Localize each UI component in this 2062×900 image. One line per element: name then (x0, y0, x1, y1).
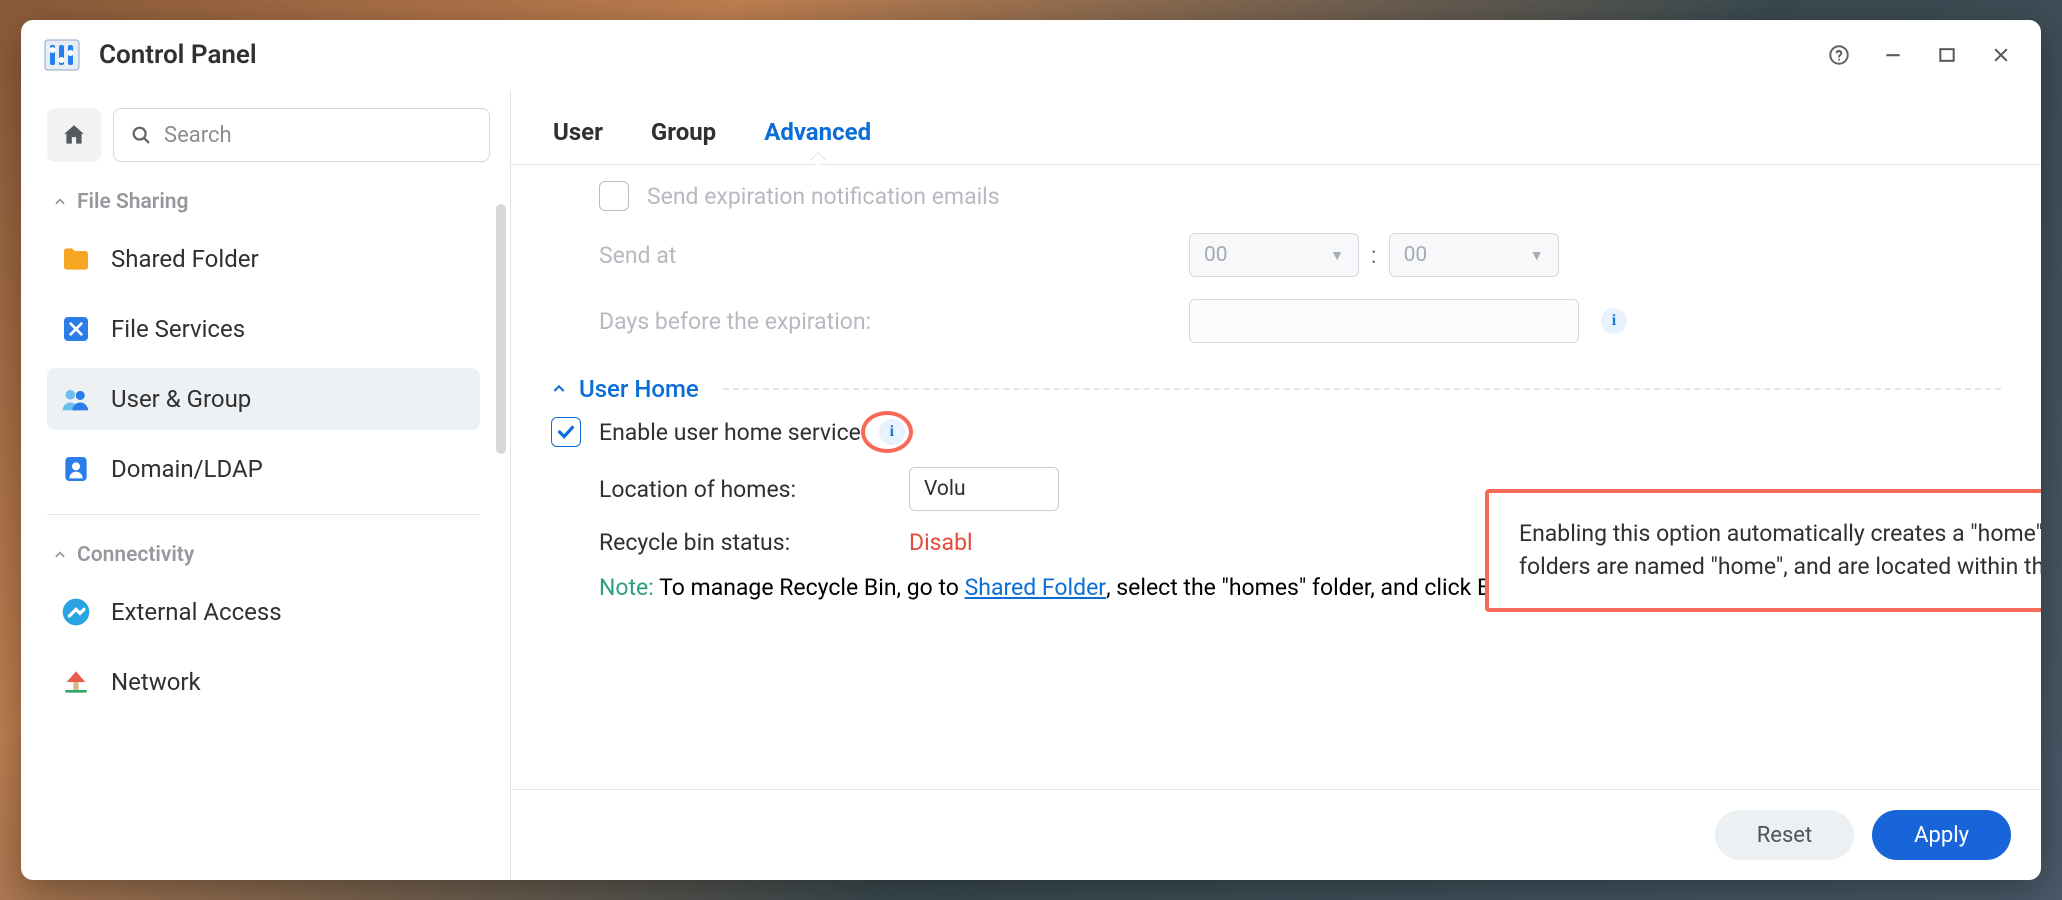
sidebar: File Sharing Shared Folder File Services (21, 90, 511, 880)
sidebar-item-label: Shared Folder (111, 245, 259, 273)
external-access-icon (59, 595, 93, 629)
caret-down-icon: ▼ (1530, 247, 1544, 264)
sidebar-item-network[interactable]: Network (47, 651, 480, 713)
tabs: User Group Advanced (511, 90, 2041, 165)
section-user-home[interactable]: User Home (551, 375, 2001, 403)
apply-button[interactable]: Apply (1872, 810, 2011, 860)
sidebar-item-label: User & Group (111, 385, 251, 413)
file-services-icon (59, 312, 93, 346)
network-icon (59, 665, 93, 699)
sidebar-item-label: External Access (111, 598, 282, 626)
checkbox-enable-user-home[interactable] (551, 417, 581, 447)
domain-ldap-icon (59, 452, 93, 486)
tab-advanced[interactable]: Advanced (762, 108, 873, 164)
chevron-up-icon (53, 548, 67, 562)
shared-folder-link[interactable]: Shared Folder (965, 574, 1106, 601)
sidebar-scrollbar[interactable] (496, 204, 506, 454)
search-box[interactable] (113, 108, 490, 162)
user-group-icon (59, 382, 93, 416)
sidebar-divider (47, 514, 480, 515)
enable-user-home-label: Enable user home service (599, 419, 861, 446)
maximize-button[interactable] (1923, 31, 1971, 79)
home-button[interactable] (47, 108, 101, 162)
section-connectivity[interactable]: Connectivity (47, 535, 480, 581)
days-before-label: Days before the expiration: (599, 308, 1189, 335)
info-tooltip: Enabling this option automatically creat… (1485, 489, 2041, 612)
chevron-up-icon (551, 381, 567, 397)
sidebar-item-user-group[interactable]: User & Group (47, 368, 480, 430)
days-before-input[interactable] (1189, 299, 1579, 343)
send-at-label: Send at (599, 242, 1189, 269)
control-panel-window: Control Panel (21, 20, 2041, 880)
chevron-up-icon (53, 195, 67, 209)
reset-button[interactable]: Reset (1715, 810, 1854, 860)
tab-group[interactable]: Group (649, 108, 718, 164)
sidebar-item-label: File Services (111, 315, 245, 343)
sidebar-item-shared-folder[interactable]: Shared Folder (47, 228, 480, 290)
info-icon-user-home[interactable]: i (879, 419, 905, 445)
help-button[interactable] (1815, 31, 1863, 79)
sidebar-item-external-access[interactable]: External Access (47, 581, 480, 643)
folder-icon (59, 242, 93, 276)
checkbox-send-expiration[interactable] (599, 181, 629, 211)
recycle-value: Disabl (909, 529, 973, 556)
minimize-button[interactable] (1869, 31, 1917, 79)
section-label: File Sharing (77, 190, 188, 214)
search-input[interactable] (164, 123, 473, 148)
search-icon (130, 124, 152, 146)
note-text-suffix: , select the "homes" folder, and click E… (1106, 574, 1516, 601)
section-divider (723, 388, 2001, 390)
main-panel: User Group Advanced Send expiration noti… (511, 90, 2041, 880)
footer: Reset Apply (511, 789, 2041, 880)
content-area: Send expiration notification emails Send… (511, 165, 2041, 789)
tab-user[interactable]: User (551, 108, 605, 164)
select-value: 00 (1204, 243, 1228, 267)
sidebar-item-file-services[interactable]: File Services (47, 298, 480, 360)
note-label: Note: (599, 574, 654, 601)
select-value: Volu (924, 477, 966, 501)
time-colon: : (1371, 242, 1377, 269)
location-label: Location of homes: (599, 476, 909, 503)
sidebar-item-label: Network (111, 668, 201, 696)
close-button[interactable] (1977, 31, 2025, 79)
caret-down-icon: ▼ (1330, 247, 1344, 264)
window-title: Control Panel (99, 40, 257, 70)
sidebar-item-domain-ldap[interactable]: Domain/LDAP (47, 438, 480, 500)
control-panel-icon (43, 36, 81, 74)
select-value: 00 (1404, 243, 1428, 267)
section-label: Connectivity (77, 543, 194, 567)
sidebar-item-label: Domain/LDAP (111, 455, 263, 483)
recycle-label: Recycle bin status: (599, 529, 909, 556)
section-file-sharing[interactable]: File Sharing (47, 182, 480, 228)
section-title-text: User Home (579, 375, 699, 403)
titlebar: Control Panel (21, 20, 2041, 90)
send-at-hour-select[interactable]: 00 ▼ (1189, 233, 1359, 277)
location-select[interactable]: Volu (909, 467, 1059, 511)
tooltip-text: Enabling this option automatically creat… (1519, 520, 2041, 580)
send-expiration-label: Send expiration notification emails (647, 183, 1000, 210)
info-icon[interactable]: i (1601, 308, 1627, 334)
note-text-prefix: To manage Recycle Bin, go to (654, 574, 965, 601)
send-at-min-select[interactable]: 00 ▼ (1389, 233, 1559, 277)
